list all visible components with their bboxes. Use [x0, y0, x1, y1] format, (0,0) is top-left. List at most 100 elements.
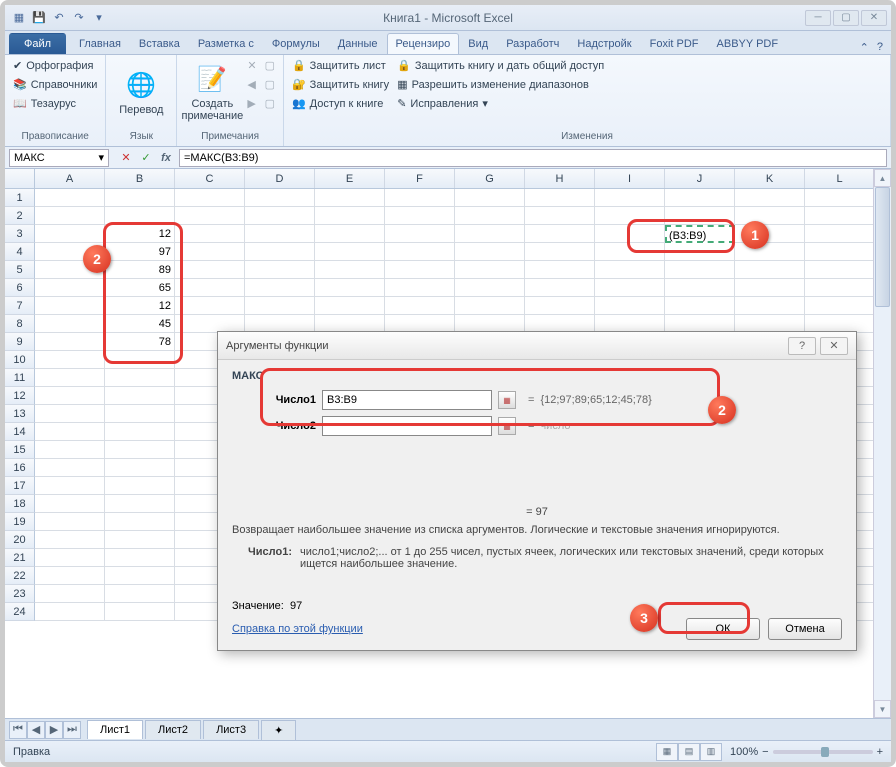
cell[interactable]	[35, 207, 105, 225]
cell[interactable]	[735, 243, 805, 261]
row-header[interactable]: 5	[5, 261, 35, 279]
cell[interactable]	[35, 531, 105, 549]
cell[interactable]	[35, 387, 105, 405]
cell[interactable]	[245, 243, 315, 261]
cell[interactable]	[315, 189, 385, 207]
close-button[interactable]: ✕	[861, 10, 887, 26]
name-box[interactable]: МАКС▾	[9, 149, 109, 167]
tab-formulas[interactable]: Формулы	[263, 33, 329, 54]
cell[interactable]	[455, 261, 525, 279]
col-header[interactable]: L	[805, 169, 875, 188]
thesaurus-button[interactable]: 📖Тезаурус	[11, 95, 99, 112]
cell[interactable]	[455, 207, 525, 225]
cell[interactable]	[665, 297, 735, 315]
tab-addins[interactable]: Надстройк	[568, 33, 640, 54]
row-header[interactable]: 4	[5, 243, 35, 261]
cell[interactable]	[805, 297, 875, 315]
cell[interactable]	[105, 351, 175, 369]
allow-ranges-button[interactable]: ▦Разрешить изменение диапазонов	[395, 76, 606, 93]
cell[interactable]: (B3:B9)	[665, 225, 735, 243]
tab-file[interactable]: Файл	[9, 33, 66, 54]
row-header[interactable]: 17	[5, 477, 35, 495]
cell[interactable]	[105, 549, 175, 567]
tab-abbyy[interactable]: ABBYY PDF	[708, 33, 788, 54]
cell[interactable]	[35, 585, 105, 603]
sheet-tab[interactable]: Лист3	[203, 720, 259, 739]
range-select-icon[interactable]: ▦	[498, 417, 516, 435]
cell[interactable]	[105, 441, 175, 459]
cell[interactable]	[735, 279, 805, 297]
tab-foxit[interactable]: Foxit PDF	[641, 33, 708, 54]
row-header[interactable]: 15	[5, 441, 35, 459]
cell[interactable]	[525, 243, 595, 261]
row-header[interactable]: 2	[5, 207, 35, 225]
cell[interactable]	[175, 261, 245, 279]
cell[interactable]	[595, 225, 665, 243]
cell[interactable]	[315, 225, 385, 243]
cell[interactable]	[315, 243, 385, 261]
dialog-titlebar[interactable]: Аргументы функции ? ✕	[218, 332, 856, 360]
cancel-button[interactable]: Отмена	[768, 618, 842, 640]
cell[interactable]	[805, 279, 875, 297]
qat-dropdown-icon[interactable]: ▾	[91, 10, 107, 26]
cell[interactable]	[805, 261, 875, 279]
row-header[interactable]: 14	[5, 423, 35, 441]
cell[interactable]	[665, 261, 735, 279]
cell[interactable]	[35, 477, 105, 495]
cell[interactable]	[105, 495, 175, 513]
cell[interactable]	[105, 585, 175, 603]
cell[interactable]	[35, 549, 105, 567]
dialog-help-button[interactable]: ?	[788, 337, 816, 355]
arg2-input[interactable]	[322, 416, 492, 436]
cell[interactable]	[455, 243, 525, 261]
cell[interactable]	[175, 243, 245, 261]
cell[interactable]	[735, 297, 805, 315]
zoom-out-button[interactable]: −	[762, 746, 768, 758]
protect-book-button[interactable]: 🔐Защитить книгу	[290, 76, 391, 93]
row-header[interactable]: 18	[5, 495, 35, 513]
cell[interactable]	[665, 279, 735, 297]
cell[interactable]	[105, 513, 175, 531]
select-all-corner[interactable]	[5, 169, 35, 188]
row-header[interactable]: 23	[5, 585, 35, 603]
cell[interactable]	[525, 207, 595, 225]
cancel-formula-button[interactable]: ✕	[117, 149, 135, 167]
cell[interactable]	[245, 207, 315, 225]
cell[interactable]	[35, 189, 105, 207]
row-header[interactable]: 8	[5, 315, 35, 333]
row-header[interactable]: 19	[5, 513, 35, 531]
row-header[interactable]: 24	[5, 603, 35, 621]
col-header[interactable]: B	[105, 169, 175, 188]
cell[interactable]	[105, 459, 175, 477]
cell[interactable]	[105, 423, 175, 441]
page-break-button[interactable]: ▥	[700, 743, 722, 761]
sheet-tab[interactable]: Лист1	[87, 720, 143, 739]
cell[interactable]	[35, 351, 105, 369]
tab-view[interactable]: Вид	[459, 33, 497, 54]
cell[interactable]	[105, 531, 175, 549]
cell[interactable]	[665, 207, 735, 225]
cell[interactable]	[105, 369, 175, 387]
help-link[interactable]: Справка по этой функции	[232, 623, 363, 635]
cell[interactable]	[315, 279, 385, 297]
cell[interactable]	[245, 225, 315, 243]
cell[interactable]	[35, 459, 105, 477]
protect-sheet-button[interactable]: 🔒Защитить лист	[290, 57, 391, 74]
row-header[interactable]: 7	[5, 297, 35, 315]
cell[interactable]	[175, 207, 245, 225]
cell[interactable]	[385, 243, 455, 261]
cell[interactable]	[455, 279, 525, 297]
cell[interactable]	[105, 603, 175, 621]
cell[interactable]	[35, 279, 105, 297]
chevron-down-icon[interactable]: ▾	[98, 151, 104, 164]
research-button[interactable]: 📚Справочники	[11, 76, 99, 93]
cell[interactable]	[525, 225, 595, 243]
dialog-close-button[interactable]: ✕	[820, 337, 848, 355]
tab-data[interactable]: Данные	[329, 33, 387, 54]
row-header[interactable]: 3	[5, 225, 35, 243]
cell[interactable]	[595, 243, 665, 261]
cell[interactable]: 89	[105, 261, 175, 279]
cell[interactable]	[525, 279, 595, 297]
col-header[interactable]: D	[245, 169, 315, 188]
new-comment-button[interactable]: 📝Создать примечание	[183, 57, 241, 129]
